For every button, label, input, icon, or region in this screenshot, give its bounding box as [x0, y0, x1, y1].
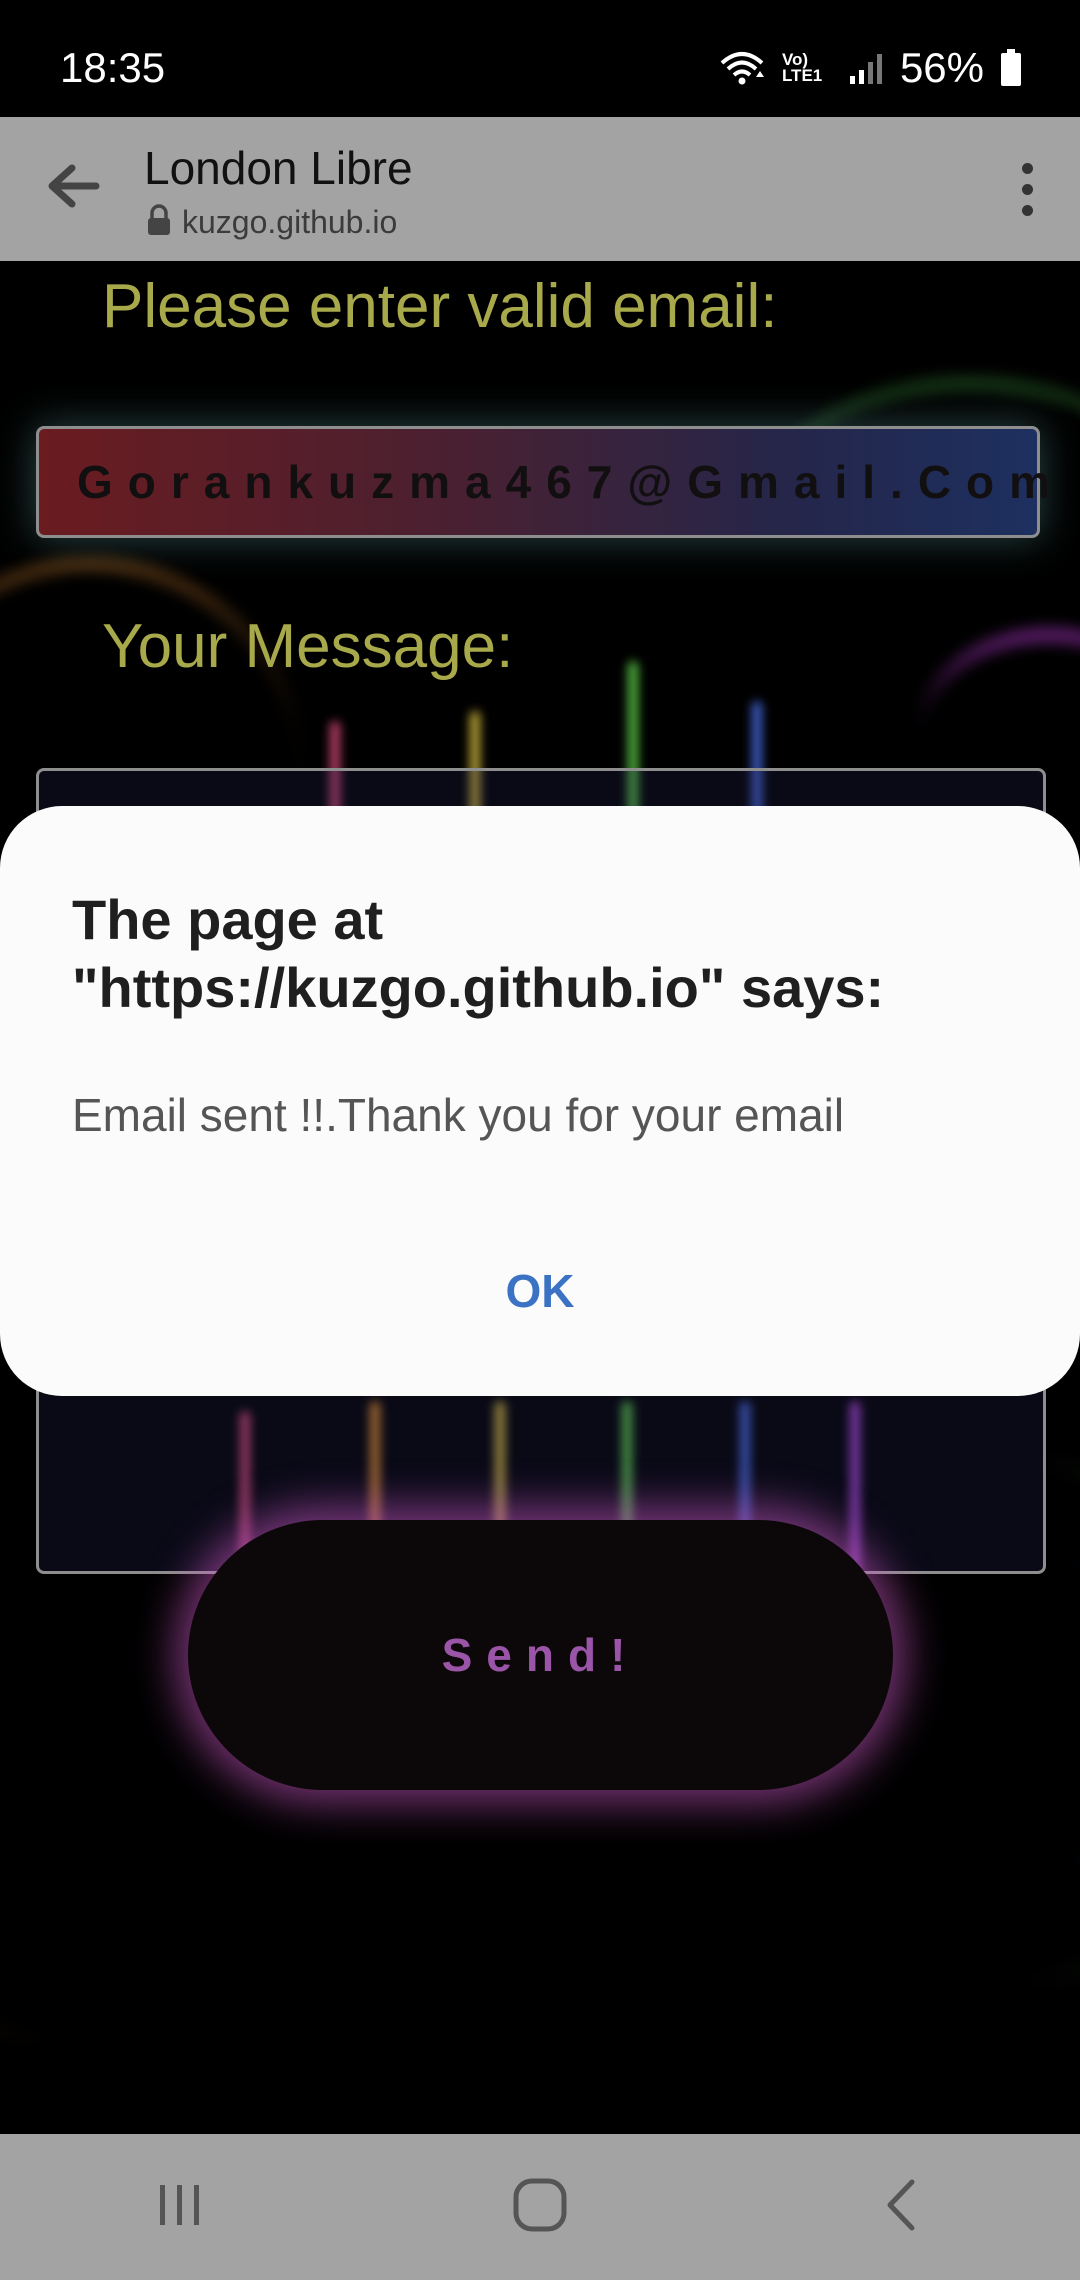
- home-icon: [511, 2176, 569, 2239]
- battery-icon: [1000, 49, 1022, 87]
- home-button[interactable]: [465, 2134, 615, 2280]
- alert-dialog: The page at "https://kuzgo.github.io" sa…: [0, 806, 1080, 1396]
- browser-toolbar: London Libre kuzgo.github.io: [0, 117, 1080, 261]
- nav-back-button[interactable]: [825, 2134, 975, 2280]
- recent-apps-button[interactable]: [105, 2134, 255, 2280]
- status-icons: Vo) LTE1 56%: [718, 44, 1022, 92]
- back-icon: [880, 2176, 920, 2239]
- network-label: Vo) LTE1: [781, 50, 823, 85]
- dialog-message: Email sent !!.Thank you for your email: [72, 1089, 845, 1141]
- page-title: London Libre: [144, 142, 413, 194]
- ok-button[interactable]: OK: [460, 1246, 620, 1336]
- message-label: Your Message:: [102, 612, 514, 681]
- battery-percent: 56%: [899, 44, 984, 91]
- status-bar: 18:35 Vo) LTE1 56%: [0, 0, 1080, 117]
- url-bar[interactable]: kuzgo.github.io: [146, 204, 397, 241]
- signal-icon: [848, 50, 884, 86]
- more-options-button[interactable]: [1000, 147, 1054, 231]
- system-nav-bar: [0, 2134, 1080, 2280]
- volte-icon: Vo) LTE1: [781, 50, 832, 85]
- back-button[interactable]: [38, 153, 108, 223]
- email-field[interactable]: Gorankuzma467@Gmail.Com: [36, 426, 1050, 538]
- back-arrow-icon: [46, 164, 100, 213]
- more-vert-icon: [1021, 162, 1033, 174]
- status-time: 18:35: [60, 44, 166, 91]
- dialog-title: The page at "https://kuzgo.github.io" sa…: [72, 888, 885, 1019]
- recent-apps-icon: [154, 2179, 206, 2236]
- lock-icon: [146, 204, 172, 241]
- url-text: kuzgo.github.io: [182, 204, 398, 240]
- send-button[interactable]: Send!: [188, 1520, 893, 1790]
- wifi-icon: [718, 49, 766, 87]
- email-label: Please enter valid email:: [102, 272, 778, 341]
